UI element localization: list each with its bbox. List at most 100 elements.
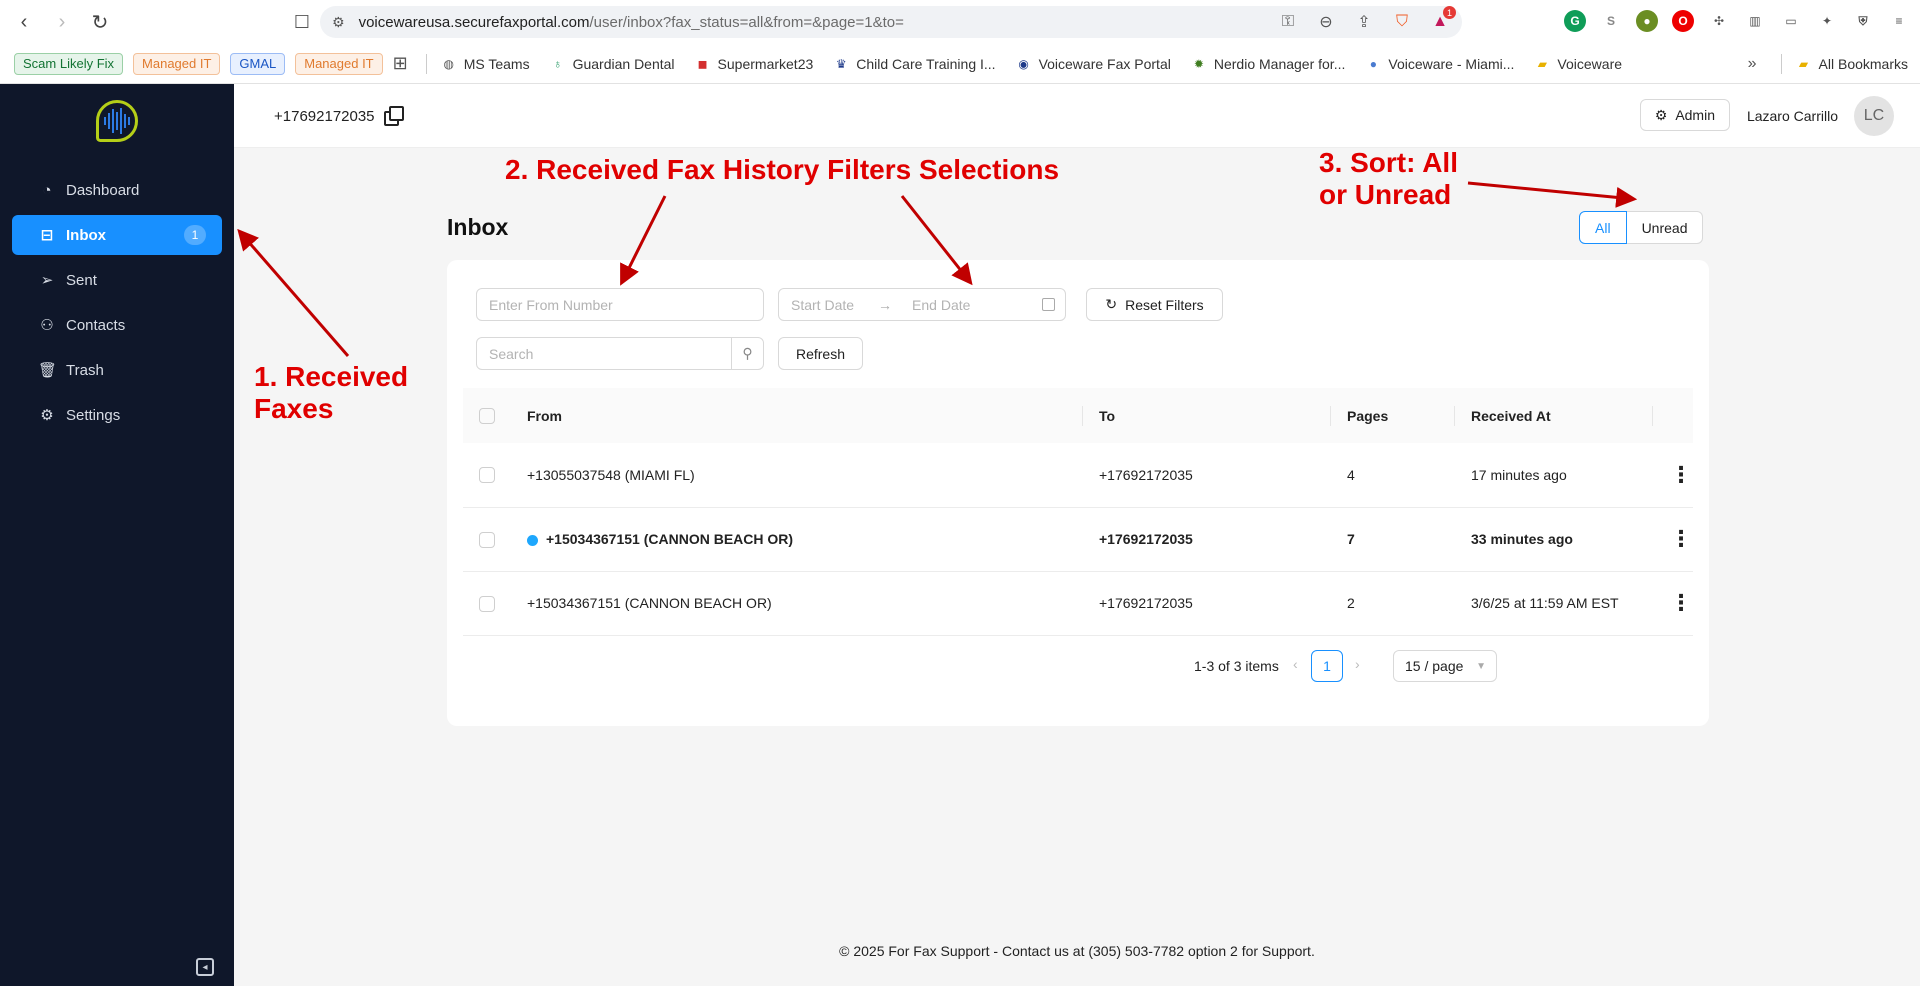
sidebar: ◔ Dashboard ⊟ Inbox 1 ➢ Sent ⚇ Contacts … <box>0 84 234 986</box>
date-range-picker[interactable]: Start Date → End Date <box>778 288 1066 321</box>
select-all-checkbox[interactable] <box>479 408 495 425</box>
row-pages: 7 <box>1331 507 1455 572</box>
address-bar[interactable]: ⚙ voicewareusa.securefaxportal.com /user… <box>320 6 1462 38</box>
bookmark-item[interactable]: ◉ Voiceware Fax Portal <box>1016 56 1171 72</box>
sidebar-item-contacts[interactable]: ⚇ Contacts <box>12 305 222 345</box>
more-actions-icon[interactable]: ⋮ <box>1653 443 1693 508</box>
start-date-input[interactable]: Start Date <box>791 297 854 313</box>
puzzle-icon[interactable]: ✣ <box>1708 10 1730 32</box>
copy-icon[interactable] <box>384 106 404 126</box>
table-row[interactable]: +13055037548 (MIAMI FL) +17692172035 4 1… <box>463 443 1693 508</box>
collapse-sidebar-icon[interactable]: ◂ <box>196 958 214 976</box>
bookmark-item[interactable]: ● Voiceware - Miami... <box>1365 56 1515 72</box>
bookmark-chip[interactable]: Managed IT <box>133 52 221 75</box>
row-received-at: 3/6/25 at 11:59 AM EST <box>1455 571 1653 636</box>
pagination-summary: 1-3 of 3 items <box>1194 658 1279 674</box>
grammarly-icon[interactable]: G <box>1564 10 1586 32</box>
end-date-input[interactable]: End Date <box>912 297 970 313</box>
more-actions-icon[interactable]: ⋮ <box>1653 507 1693 572</box>
row-pages: 2 <box>1331 571 1455 636</box>
row-from: +13055037548 (MIAMI FL) <box>511 443 1083 508</box>
table-row[interactable]: +15034367151 (CANNON BEACH OR) +17692172… <box>463 571 1693 636</box>
user-name[interactable]: Lazaro Carrillo <box>1747 108 1838 124</box>
row-from: +15034367151 (CANNON BEACH OR) <box>546 531 794 547</box>
row-to: +17692172035 <box>1083 443 1331 508</box>
gear-icon: ⚙ <box>1654 106 1668 123</box>
sidebar-item-inbox[interactable]: ⊟ Inbox 1 <box>12 215 222 255</box>
table-row[interactable]: +15034367151 (CANNON BEACH OR) +17692172… <box>463 507 1693 572</box>
refresh-button[interactable]: Refresh <box>778 337 863 370</box>
bookmark-item[interactable]: ♛ Child Care Training I... <box>833 56 996 72</box>
chevron-down-icon: ▼ <box>1476 660 1486 672</box>
column-received-at[interactable]: Received At <box>1455 388 1653 443</box>
row-checkbox[interactable] <box>479 531 495 548</box>
admin-button[interactable]: ⚙ Admin <box>1639 99 1730 131</box>
opera-icon[interactable]: O <box>1672 10 1694 32</box>
prev-page-icon[interactable]: ‹ <box>1293 656 1298 672</box>
bookmark-chip[interactable]: GMAL <box>230 52 286 75</box>
sidebar-item-sent[interactable]: ➢ Sent <box>12 260 222 300</box>
menu-icon[interactable]: ≡ <box>1888 10 1910 32</box>
tab-groups-icon[interactable]: ⊞ <box>393 53 408 74</box>
zoom-icon[interactable]: ⊖ <box>1316 12 1336 32</box>
calendar-icon <box>1042 298 1055 311</box>
filter-unread-button[interactable]: Unread <box>1626 211 1704 244</box>
search-icon[interactable]: ⚲ <box>731 337 763 370</box>
row-checkbox[interactable] <box>479 467 495 484</box>
column-from[interactable]: From <box>511 388 1083 443</box>
row-checkbox[interactable] <box>479 595 495 612</box>
leo-ai-icon[interactable]: ✦ <box>1816 10 1838 32</box>
page-size-select[interactable]: 15 / page ▼ <box>1393 650 1497 682</box>
share-icon[interactable]: ⇪ <box>1354 12 1374 32</box>
annotation-sort: 3. Sort: All or Unread <box>1319 147 1458 210</box>
url-path: /user/inbox?fax_status=all&from=&page=1&… <box>589 13 904 31</box>
sidebar-item-trash[interactable]: 🗑 Trash <box>12 350 222 390</box>
bookmarks-overflow-icon[interactable]: » <box>1748 55 1757 73</box>
range-arrow-icon: → <box>878 296 893 313</box>
extension-icon[interactable]: ● <box>1636 10 1658 32</box>
bookmark-item[interactable]: ◼ Supermarket23 <box>695 56 814 72</box>
site-settings-icon[interactable]: ⚙ <box>332 14 345 31</box>
bookmark-item[interactable]: ◍ MS Teams <box>441 56 529 72</box>
more-actions-icon[interactable]: ⋮ <box>1653 571 1693 636</box>
vpn-icon[interactable]: ⛨ <box>1852 10 1874 32</box>
bookmark-chip[interactable]: Scam Likely Fix <box>14 52 124 75</box>
reload-icon[interactable]: ↻ <box>86 8 114 36</box>
sidebar-item-dashboard[interactable]: ◔ Dashboard <box>12 170 222 210</box>
app-logo[interactable] <box>96 100 138 142</box>
back-icon[interactable]: ‹ <box>10 8 38 36</box>
bookmarks-bar: Scam Likely Fix Managed IT GMAL Managed … <box>0 44 1920 84</box>
forward-icon[interactable]: › <box>48 8 76 36</box>
s-extension-icon[interactable]: S <box>1600 10 1622 32</box>
bookmark-item[interactable]: ▰ Voiceware <box>1534 56 1622 72</box>
column-to[interactable]: To <box>1083 388 1331 443</box>
search-input[interactable]: Search ⚲ <box>476 337 764 370</box>
sidebar-item-label: Trash <box>66 361 104 379</box>
bookmark-item[interactable]: ✹ Nerdio Manager for... <box>1191 56 1346 72</box>
sidebar-item-label: Sent <box>66 271 97 289</box>
wallet-icon[interactable]: ▭ <box>1780 10 1802 32</box>
page-number-button[interactable]: 1 <box>1311 650 1343 682</box>
all-bookmarks[interactable]: ▰ All Bookmarks <box>1796 56 1908 72</box>
reset-filters-button[interactable]: ↻ Reset Filters <box>1086 288 1223 321</box>
column-pages[interactable]: Pages <box>1331 388 1455 443</box>
bookmark-chip[interactable]: Managed IT <box>295 52 383 75</box>
pagination: 1-3 of 3 items ‹ 1 › 15 / page ▼ <box>447 650 1709 682</box>
sidebar-item-settings[interactable]: ⚙ Settings <box>12 395 222 435</box>
fax-icon: ◉ <box>1018 56 1029 71</box>
bookmark-page-icon[interactable]: ☐ <box>288 12 316 33</box>
brave-shields-icon[interactable]: ⛉ <box>1392 12 1412 32</box>
from-number-input[interactable]: Enter From Number <box>476 288 764 321</box>
app-header: +17692172035 ⚙ Admin Lazaro Carrillo LC <box>234 84 1920 148</box>
dashboard-icon: ◔ <box>42 181 52 199</box>
avatar[interactable]: LC <box>1854 96 1894 136</box>
brave-rewards-icon[interactable]: ▲ 1 <box>1430 6 1456 32</box>
row-received-at: 33 minutes ago <box>1455 507 1653 572</box>
key-icon[interactable]: ⚿ <box>1278 12 1298 32</box>
logo-sound-wave-icon <box>104 108 130 134</box>
inbox-card: Enter From Number Start Date → End Date … <box>447 260 1709 726</box>
bookmark-item[interactable]: ♁ Guardian Dental <box>550 56 674 72</box>
sidebar-toggle-icon[interactable]: ▥ <box>1744 10 1766 32</box>
filter-all-button[interactable]: All <box>1579 211 1627 244</box>
next-page-icon[interactable]: › <box>1355 656 1360 672</box>
